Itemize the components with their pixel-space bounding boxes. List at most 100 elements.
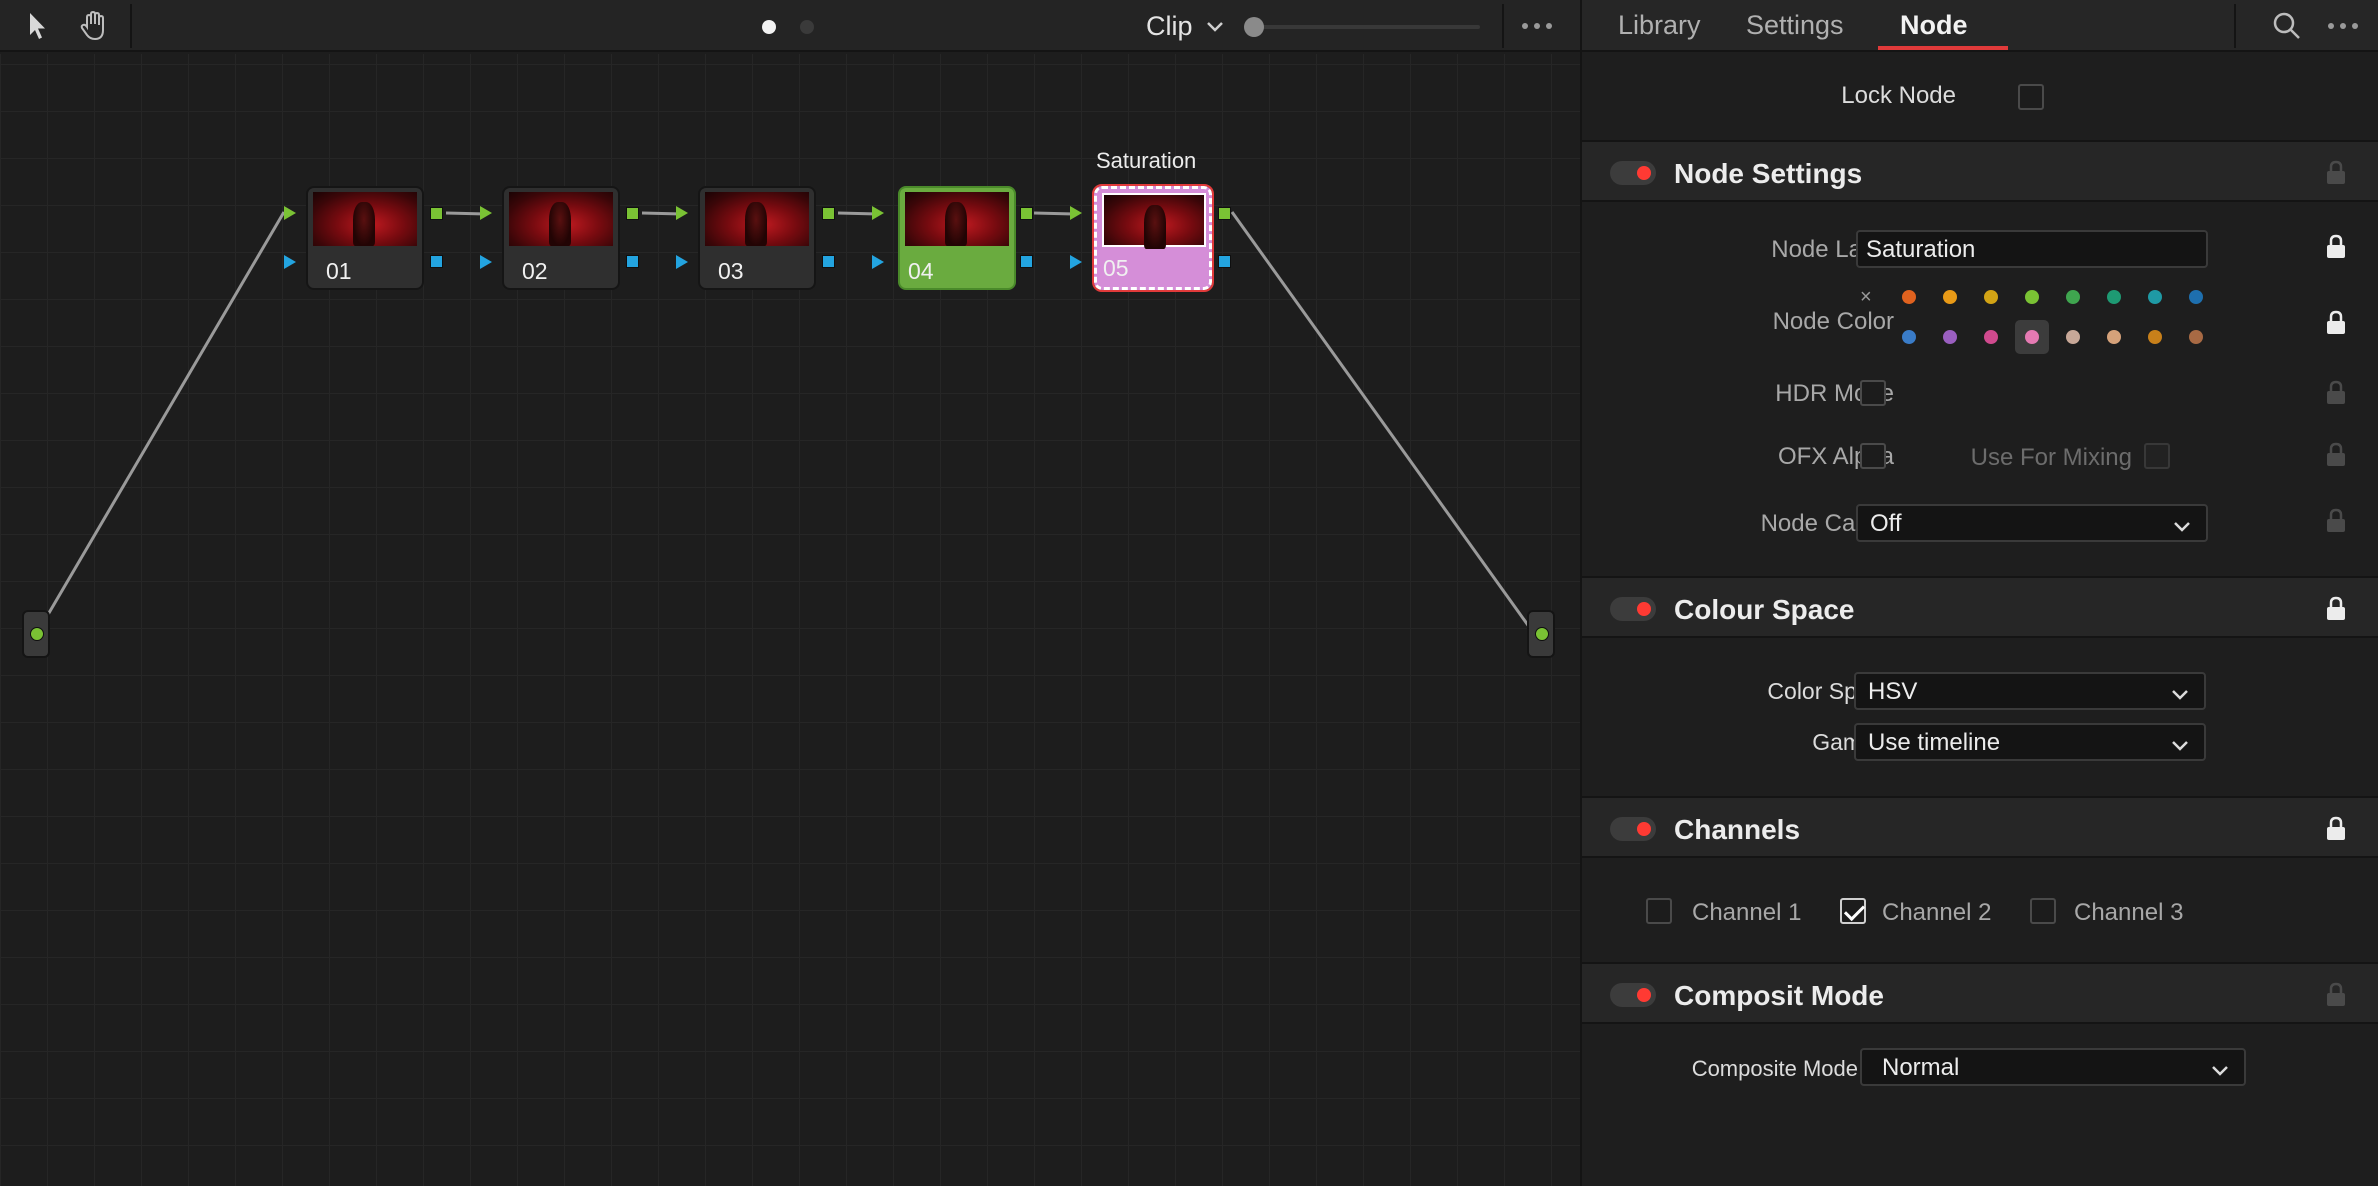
node-rgb-output[interactable] bbox=[1020, 207, 1033, 220]
node-number: 04 bbox=[908, 258, 934, 284]
composite-mode-dropdown[interactable]: Normal bbox=[1860, 1048, 2246, 1086]
node-cache-dropdown[interactable]: Off bbox=[1856, 504, 2208, 542]
lock-icon[interactable] bbox=[2324, 160, 2348, 191]
node-alpha-output[interactable] bbox=[1218, 255, 1231, 268]
section-node-settings[interactable]: Node Settings bbox=[1582, 140, 2378, 202]
inspector-panel: Library Settings Node Lock Node Node Set… bbox=[1580, 0, 2378, 1186]
node-rgb-output[interactable] bbox=[430, 207, 443, 220]
chevron-down-icon bbox=[2172, 515, 2192, 543]
section-enable-toggle[interactable] bbox=[1610, 161, 1656, 185]
node-label-input[interactable]: Saturation bbox=[1856, 230, 2208, 268]
color-swatch[interactable] bbox=[2189, 330, 2203, 344]
color-swatch[interactable] bbox=[2148, 290, 2162, 304]
color-swatch[interactable] bbox=[1943, 290, 1957, 304]
lock-icon[interactable] bbox=[2324, 816, 2348, 847]
tab-library[interactable]: Library bbox=[1618, 10, 1701, 41]
section-title: Node Settings bbox=[1674, 158, 1863, 189]
node-thumbnail bbox=[509, 192, 613, 246]
node-rgb-input[interactable] bbox=[872, 206, 884, 220]
section-enable-toggle[interactable] bbox=[1610, 597, 1656, 621]
search-icon[interactable] bbox=[2272, 11, 2302, 46]
section-enable-toggle[interactable] bbox=[1610, 817, 1656, 841]
corrector-node[interactable]: 04 bbox=[898, 186, 1016, 290]
color-swatch[interactable] bbox=[1984, 290, 1998, 304]
ofx-alpha-checkbox[interactable] bbox=[1860, 443, 1886, 469]
channel-3-label: Channel 3 bbox=[2074, 899, 2184, 926]
node-rgb-output[interactable] bbox=[1218, 207, 1231, 220]
corrector-node[interactable]: 01 bbox=[306, 186, 424, 290]
no-color-swatch[interactable]: × bbox=[1860, 286, 1872, 309]
color-swatch[interactable] bbox=[2025, 290, 2039, 304]
tab-node[interactable]: Node bbox=[1900, 10, 1968, 41]
node-rgb-output[interactable] bbox=[626, 207, 639, 220]
node-editor[interactable]: Clip 01 02 03 04 Saturation 05 bbox=[0, 0, 1580, 1186]
more-options-icon[interactable] bbox=[2328, 14, 2358, 38]
composite-mode-label: Composite Mode bbox=[1691, 1056, 1858, 1081]
section-channels[interactable]: Channels bbox=[1582, 796, 2378, 858]
node-alpha-input[interactable] bbox=[872, 255, 884, 269]
lock-icon[interactable] bbox=[2324, 234, 2348, 265]
color-swatch[interactable] bbox=[2189, 290, 2203, 304]
color-swatch[interactable] bbox=[2107, 330, 2121, 344]
node-rgb-input[interactable] bbox=[284, 206, 296, 220]
source-input-node[interactable] bbox=[22, 610, 50, 658]
color-swatch[interactable] bbox=[1902, 290, 1916, 304]
chevron-down-icon bbox=[2210, 1059, 2230, 1087]
channel-3-checkbox[interactable] bbox=[2030, 898, 2056, 924]
lock-icon[interactable] bbox=[2324, 982, 2348, 1013]
lock-icon[interactable] bbox=[2324, 442, 2348, 473]
channel-2-checkbox[interactable] bbox=[1840, 898, 1866, 924]
node-label-text: Saturation bbox=[1096, 148, 1197, 173]
node-color-label: Node Color bbox=[1772, 308, 1894, 335]
color-swatch[interactable] bbox=[1902, 330, 1916, 344]
node-alpha-input[interactable] bbox=[676, 255, 688, 269]
output-node[interactable] bbox=[1527, 610, 1555, 658]
color-swatch[interactable] bbox=[2066, 330, 2080, 344]
node-alpha-input[interactable] bbox=[284, 255, 296, 269]
lock-icon[interactable] bbox=[2324, 380, 2348, 411]
color-swatch[interactable] bbox=[1943, 330, 1957, 344]
selected-corrector-node[interactable]: 05 bbox=[1092, 184, 1214, 292]
node-number: 05 bbox=[1103, 255, 1129, 281]
node-alpha-output[interactable] bbox=[430, 255, 443, 268]
section-title: Composit Mode bbox=[1674, 980, 1884, 1011]
corrector-node[interactable]: 02 bbox=[502, 186, 620, 290]
channel-1-checkbox[interactable] bbox=[1646, 898, 1672, 924]
node-rgb-output[interactable] bbox=[822, 207, 835, 220]
section-enable-toggle[interactable] bbox=[1610, 983, 1656, 1007]
color-swatch[interactable] bbox=[2148, 330, 2162, 344]
channel-2-label: Channel 2 bbox=[1882, 899, 1992, 926]
color-space-value: HSV bbox=[1868, 678, 1918, 705]
color-swatch[interactable] bbox=[2025, 330, 2039, 344]
output-wire bbox=[1230, 211, 1532, 629]
tab-settings[interactable]: Settings bbox=[1746, 10, 1844, 41]
color-space-dropdown[interactable]: HSV bbox=[1854, 672, 2206, 710]
node-alpha-output[interactable] bbox=[1020, 255, 1033, 268]
composite-mode-value: Normal bbox=[1882, 1054, 1960, 1081]
lock-node-checkbox[interactable] bbox=[2018, 84, 2044, 110]
node-alpha-output[interactable] bbox=[822, 255, 835, 268]
node-rgb-input[interactable] bbox=[480, 206, 492, 220]
toolbar-divider bbox=[2234, 4, 2236, 48]
corrector-node[interactable]: 03 bbox=[698, 186, 816, 290]
inspector-tabs: Library Settings Node bbox=[1582, 0, 2378, 52]
node-rgb-input[interactable] bbox=[1070, 206, 1082, 220]
node-alpha-output[interactable] bbox=[626, 255, 639, 268]
color-swatch[interactable] bbox=[2066, 290, 2080, 304]
hdr-mode-checkbox[interactable] bbox=[1860, 380, 1886, 406]
node-thumbnail bbox=[1102, 193, 1206, 249]
node-rgb-input[interactable] bbox=[676, 206, 688, 220]
gamma-dropdown[interactable]: Use timeline bbox=[1854, 723, 2206, 761]
section-composite-mode[interactable]: Composit Mode bbox=[1582, 962, 2378, 1024]
node-alpha-input[interactable] bbox=[1070, 255, 1082, 269]
section-colour-space[interactable]: Colour Space bbox=[1582, 576, 2378, 638]
node-thumbnail bbox=[313, 192, 417, 246]
color-swatch[interactable] bbox=[1984, 330, 1998, 344]
use-for-mixing-checkbox[interactable] bbox=[2144, 443, 2170, 469]
node-number: 02 bbox=[522, 258, 548, 284]
lock-icon[interactable] bbox=[2324, 310, 2348, 341]
node-alpha-input[interactable] bbox=[480, 255, 492, 269]
color-swatch[interactable] bbox=[2107, 290, 2121, 304]
lock-icon[interactable] bbox=[2324, 596, 2348, 627]
lock-icon[interactable] bbox=[2324, 508, 2348, 539]
